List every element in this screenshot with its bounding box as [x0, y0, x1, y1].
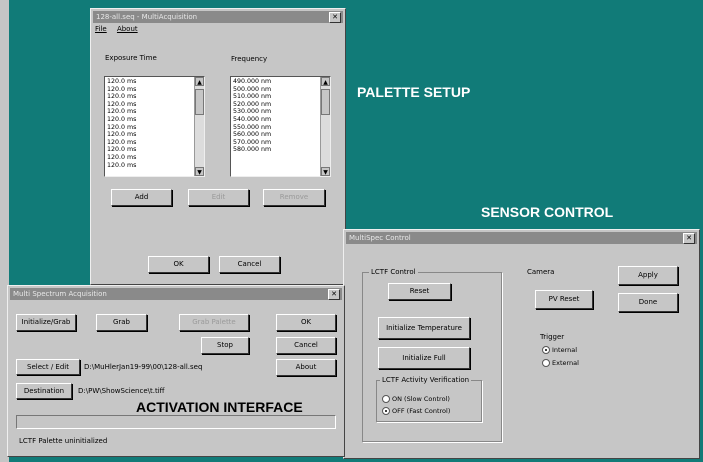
exposure-list-item[interactable]: 120.0 ms — [107, 116, 136, 124]
frequency-list-item[interactable]: 540.000 nm — [233, 116, 271, 124]
stop-button[interactable]: Stop — [201, 337, 249, 354]
palette-setup-window: 128-all.seq - MultiAcquisition ✕ File Ab… — [90, 8, 346, 285]
frequency-list-item[interactable]: 490.000 nm — [233, 78, 271, 86]
exposure-list-item[interactable]: 120.0 ms — [107, 108, 136, 116]
scroll-up-icon[interactable]: ▲ — [321, 77, 330, 86]
verify-on-radio[interactable]: ON (Slow Control) — [382, 395, 450, 403]
grab-palette-button[interactable]: Grab Palette — [179, 314, 249, 331]
acquisition-window-titlebar[interactable]: Multi Spectrum Acquisition ✕ — [10, 288, 342, 300]
reset-button[interactable]: Reset — [388, 283, 451, 300]
palette-setup-caption: PALETTE SETUP — [357, 84, 471, 100]
palette-path: D:\MuHlerJan19-99\00\128-all.seq — [84, 363, 203, 371]
apply-button[interactable]: Apply — [618, 266, 678, 285]
scroll-up-icon[interactable]: ▲ — [195, 77, 204, 86]
remove-button[interactable]: Remove — [263, 189, 325, 206]
exposure-list-item[interactable]: 120.0 ms — [107, 154, 136, 162]
edit-button[interactable]: Edit — [188, 189, 249, 206]
frequency-list-item[interactable]: 500.000 nm — [233, 86, 271, 94]
ok-button[interactable]: OK — [148, 256, 209, 273]
done-button[interactable]: Done — [618, 293, 678, 312]
frequency-list-item[interactable]: 560.000 nm — [233, 131, 271, 139]
cancel-button[interactable]: Cancel — [276, 337, 336, 354]
exposure-scrollbar[interactable]: ▲ ▼ — [194, 77, 204, 176]
frequency-scrollbar[interactable]: ▲ ▼ — [320, 77, 330, 176]
activation-interface-window: Multi Spectrum Acquisition ✕ Initialize/… — [7, 285, 345, 457]
exposure-items: 120.0 ms 120.0 ms 120.0 ms 120.0 ms 120.0 ms… — [107, 78, 136, 169]
frequency-list-item[interactable]: 520.000 nm — [233, 101, 271, 109]
lctf-control-label: LCTF Control — [369, 268, 418, 276]
exposure-list-item[interactable]: 120.0 ms — [107, 101, 136, 109]
scroll-down-icon[interactable]: ▼ — [195, 167, 204, 176]
palette-window-title: 128-all.seq - MultiAcquisition — [96, 13, 198, 21]
initialize-grab-button[interactable]: Initialize/Grab — [16, 314, 76, 331]
trigger-external-label: External — [552, 359, 579, 367]
cancel-button[interactable]: Cancel — [219, 256, 280, 273]
trigger-internal-radio[interactable]: Internal — [542, 346, 577, 354]
frequency-list-item[interactable]: 550.000 nm — [233, 124, 271, 132]
close-icon[interactable]: ✕ — [328, 289, 340, 300]
exposure-list-item[interactable]: 120.0 ms — [107, 131, 136, 139]
close-icon[interactable]: ✕ — [683, 233, 695, 244]
lctf-verification-label: LCTF Activity Verification — [380, 376, 472, 384]
palette-menubar: File About — [95, 25, 146, 33]
scroll-thumb[interactable] — [321, 89, 330, 115]
frequency-list-item[interactable]: 510.000 nm — [233, 93, 271, 101]
exposure-time-header: Exposure Time — [105, 54, 157, 62]
grab-button[interactable]: Grab — [96, 314, 147, 331]
scroll-thumb[interactable] — [195, 89, 204, 115]
add-button[interactable]: Add — [111, 189, 172, 206]
verify-off-label: OFF (Fast Control) — [392, 407, 451, 415]
trigger-external-radio[interactable]: External — [542, 359, 579, 367]
pv-reset-button[interactable]: PV Reset — [535, 290, 593, 309]
acquisition-window-title: Multi Spectrum Acquisition — [13, 290, 107, 298]
frequency-list[interactable]: 490.000 nm 500.000 nm 510.000 nm 520.000 nm… — [230, 76, 331, 177]
frequency-items: 490.000 nm 500.000 nm 510.000 nm 520.000 nm… — [233, 78, 271, 154]
palette-window-titlebar[interactable]: 128-all.seq - MultiAcquisition ✕ — [93, 11, 343, 23]
trigger-label: Trigger — [540, 333, 565, 341]
verify-on-label: ON (Slow Control) — [392, 395, 450, 403]
exposure-list-item[interactable]: 120.0 ms — [107, 93, 136, 101]
progress-bar — [16, 415, 336, 429]
sensor-window-title: MultiSpec Control — [349, 234, 411, 242]
exposure-time-list[interactable]: 120.0 ms 120.0 ms 120.0 ms 120.0 ms 120.0 ms… — [104, 76, 205, 177]
camera-label: Camera — [527, 268, 555, 276]
exposure-list-item[interactable]: 120.0 ms — [107, 124, 136, 132]
destination-path: D:\PW\ShowScience\t.tiff — [78, 387, 165, 395]
activation-interface-caption: ACTIVATION INTERFACE — [136, 399, 303, 415]
exposure-list-item[interactable]: 120.0 ms — [107, 139, 136, 147]
status-text: LCTF Palette uninitialized — [19, 437, 108, 445]
select-edit-button[interactable]: Select / Edit — [16, 359, 80, 375]
sensor-control-caption: SENSOR CONTROL — [481, 204, 614, 220]
exposure-list-item[interactable]: 120.0 ms — [107, 162, 136, 170]
scroll-down-icon[interactable]: ▼ — [321, 167, 330, 176]
exposure-list-item[interactable]: 120.0 ms — [107, 146, 136, 154]
verify-off-radio[interactable]: OFF (Fast Control) — [382, 407, 450, 415]
about-button[interactable]: About — [276, 359, 336, 376]
initialize-temperature-button[interactable]: Initialize Temperature — [378, 317, 470, 339]
frequency-list-item[interactable]: 580.000 nm — [233, 146, 271, 154]
initialize-full-button[interactable]: Initialize Full — [378, 347, 470, 369]
menu-file[interactable]: File — [95, 25, 107, 33]
ok-button[interactable]: OK — [276, 314, 336, 331]
frequency-list-item[interactable]: 530.000 nm — [233, 108, 271, 116]
sensor-window-titlebar[interactable]: MultiSpec Control ✕ — [346, 232, 697, 244]
menu-about[interactable]: About — [117, 25, 138, 33]
destination-button[interactable]: Destination — [16, 383, 72, 399]
sensor-control-window: MultiSpec Control ✕ LCTF Control Reset I… — [343, 229, 700, 459]
trigger-internal-label: Internal — [552, 346, 578, 354]
exposure-list-item[interactable]: 120.0 ms — [107, 86, 136, 94]
exposure-list-item[interactable]: 120.0 ms — [107, 78, 136, 86]
frequency-list-item[interactable]: 570.000 nm — [233, 139, 271, 147]
close-icon[interactable]: ✕ — [329, 12, 341, 23]
frequency-header: Frequency — [231, 55, 268, 63]
